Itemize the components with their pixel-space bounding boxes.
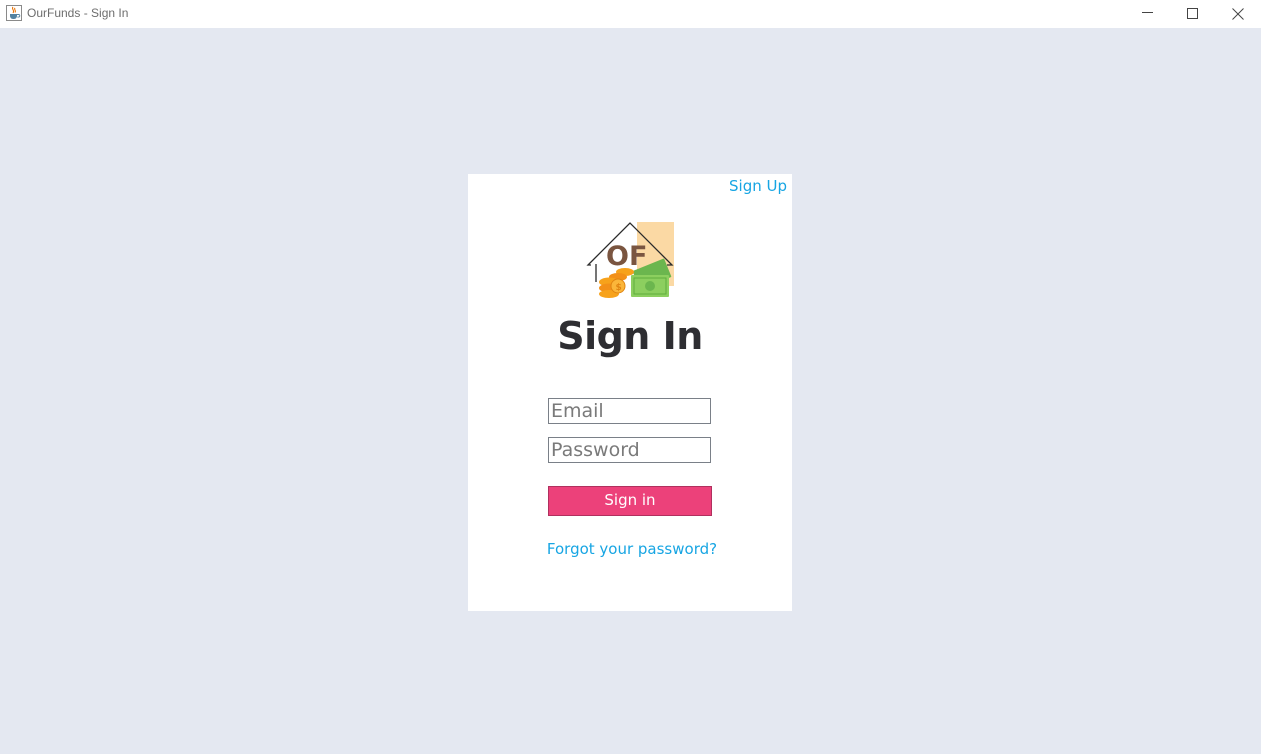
svg-text:$: $ bbox=[616, 283, 622, 293]
sign-in-button[interactable]: Sign in bbox=[548, 486, 712, 516]
signin-card: Sign Up OF $ Sign In Sign in Forgot your… bbox=[468, 174, 792, 611]
window-titlebar: OurFunds - Sign In bbox=[0, 0, 1261, 28]
window-title: OurFunds - Sign In bbox=[27, 6, 129, 20]
minimize-button[interactable] bbox=[1125, 0, 1171, 28]
ourfunds-logo: OF $ bbox=[586, 222, 674, 298]
maximize-button[interactable] bbox=[1170, 0, 1216, 28]
maximize-icon bbox=[1187, 8, 1198, 19]
email-field[interactable] bbox=[548, 398, 711, 424]
java-cup-icon bbox=[6, 5, 22, 21]
forgot-password-link[interactable]: Forgot your password? bbox=[468, 540, 792, 558]
minimize-icon bbox=[1142, 12, 1153, 13]
page-title: Sign In bbox=[557, 314, 703, 358]
close-icon bbox=[1232, 8, 1244, 20]
close-button[interactable] bbox=[1215, 0, 1261, 28]
password-field[interactable] bbox=[548, 437, 711, 463]
svg-text:OF: OF bbox=[606, 241, 647, 272]
sign-up-link[interactable]: Sign Up bbox=[729, 177, 787, 195]
